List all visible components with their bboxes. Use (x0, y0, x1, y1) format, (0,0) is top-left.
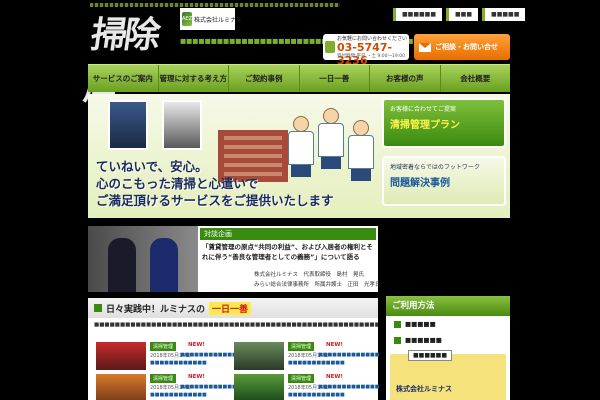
post-title[interactable]: ■■■■■■■■■■■■■ (180, 352, 241, 358)
phone-icon (325, 41, 335, 53)
post-card[interactable]: 清掃管理 NEW! 2018年05月14日 ■■■■■■■■■■■■■ ■■■■… (234, 342, 379, 372)
top-link-2[interactable]: ■■■ (446, 8, 479, 21)
mail-icon (419, 42, 431, 52)
phone-hours: 受付時間:平日 ・土 9:00〜19:00 (337, 54, 405, 59)
company-badge: AEZ 株式会社ルミナス (180, 8, 242, 30)
contact-button-label: ご相談・お問い合せ (435, 43, 498, 51)
bullet-icon (94, 304, 102, 312)
top-links: ■■■■■■ ■■■ ■■■■■ (393, 8, 526, 21)
nav-item-services[interactable]: サービスのご案内 (88, 65, 159, 92)
sidebar-title: ご利用方法 (386, 296, 510, 316)
contact-button[interactable]: ご相談・お問い合せ (414, 34, 510, 60)
hero-copy-line-2: 心のこもった清掃と心遣いで (96, 176, 259, 191)
sidebar-link-1[interactable]: ■■■■■ (386, 316, 510, 332)
top-link-1[interactable]: ■■■■■■ (393, 8, 443, 21)
staff-illustration-3 (348, 120, 374, 182)
post-excerpt: ■■■■■■■■■■■■ (288, 392, 345, 398)
post-card[interactable]: 清掃管理 NEW! 2018年05月14日 ■■■■■■■■■■■■■ ■■■■… (234, 374, 379, 400)
sidebar-link-1-label: ■■■■■ (405, 320, 436, 328)
post-excerpt: ■■■■■■■■■■■■ (150, 392, 207, 398)
hero-photo-2 (162, 100, 202, 150)
new-badge: NEW! (188, 374, 205, 380)
main-nav: サービスのご案内 管理に対する考え方 ご契約事例 一日一善 お客様の声 会社概要 (88, 64, 510, 92)
daily-description: ■■■■■■■■■■■■■■■■■■■■■■■■■■■■■■■■■■■■■■■■… (94, 322, 378, 328)
daily-accent: 一日一善 (209, 301, 252, 315)
interviewee-1 (108, 238, 136, 292)
hero-copy: ていねいで、安心。 心のこもった清掃と心遣いで ご満足頂けるサービスをご提供いた… (96, 158, 334, 209)
nav-item-company[interactable]: 会社概要 (441, 65, 511, 92)
post-thumbnail (234, 374, 284, 400)
post-card[interactable]: 清掃管理 NEW! 2018年05月14日 ■■■■■■■■■■■■■ ■■■■… (96, 342, 241, 372)
post-category: 清掃管理 (288, 342, 315, 351)
sidebar-link-2[interactable]: ■■■■■■ (386, 332, 510, 348)
arrow-icon (394, 320, 401, 328)
nav-item-philosophy[interactable]: 管理に対する考え方 (159, 65, 229, 92)
new-badge: NEW! (326, 374, 343, 380)
page: 掃除屋 AEZ 株式会社ルミナス ■■■■■■■■■■■■■■■■■■■■■■■… (0, 0, 600, 400)
post-card[interactable]: 清掃管理 NEW! 2018年05月14日 ■■■■■■■■■■■■■ ■■■■… (96, 374, 241, 400)
post-thumbnail (96, 374, 146, 400)
header-description: ■■■■■■■■■■■■■■■■■■■■■■■■■■■■■■■■■■■■■■■■… (180, 37, 445, 45)
daily-good-deed-section: 日々実践中！ルミナスの 一日一善 ■■■■■■■■■■■■■■■■■■■■■■■… (88, 298, 379, 400)
post-category: 清掃管理 (150, 342, 177, 351)
post-excerpt: ■■■■■■■■■■■■ (150, 360, 207, 366)
interview-title: 対談企画 (200, 228, 376, 240)
post-category: 清掃管理 (288, 374, 315, 383)
plan-banner-sub: お客様に合わせてご提案 (390, 106, 457, 113)
post-excerpt: ■■■■■■■■■■■■ (288, 360, 345, 366)
post-title[interactable]: ■■■■■■■■■■■■■ (180, 384, 241, 390)
nav-item-cases[interactable]: ご契約事例 (229, 65, 300, 92)
post-title[interactable]: ■■■■■■■■■■■■■ (318, 352, 379, 358)
logo[interactable]: 掃除屋 (81, 6, 173, 108)
post-title[interactable]: ■■■■■■■■■■■■■ (318, 384, 379, 390)
post-thumbnail (234, 342, 284, 370)
plan-banner-title: 清掃管理プラン (390, 120, 460, 131)
interviewee-2 (150, 238, 178, 292)
plan-banner[interactable]: お客様に合わせてご提案 清掃管理プラン (382, 98, 506, 148)
interview-photo (88, 226, 198, 292)
arrow-icon (394, 336, 401, 344)
company-logo-icon: AEZ (182, 12, 193, 26)
post-thumbnail (96, 342, 146, 370)
solution-banner-sub: 地域密着ならではのフットワーク (390, 164, 480, 171)
solution-banner[interactable]: 地域密着ならではのフットワーク 問題解決事例 (382, 156, 506, 206)
company-name: 株式会社ルミナス (194, 16, 243, 24)
top-link-3[interactable]: ■■■■■ (482, 8, 526, 21)
solution-banner-title: 問題解決事例 (390, 178, 450, 189)
nav-item-good-deed[interactable]: 一日一善 (300, 65, 370, 92)
interview-person-1: 株式会社ルミナス 代表取締役 島村 晃氏 (254, 272, 365, 278)
nav-item-voices[interactable]: お客様の声 (370, 65, 441, 92)
hero-copy-line-1: ていねいで、安心。 (96, 159, 208, 174)
interview-body: 「賃貸管理の原点“共同の利益”、および入居者の権利とそれに伴う“善良な管理者とし… (202, 243, 373, 261)
phone-box[interactable]: お気軽にお問い合わせください 03-5747-3236 受付時間:平日 ・土 9… (323, 34, 409, 67)
hero-copy-line-3: ご満足頂けるサービスをご提供いたします (96, 193, 334, 208)
sidebar-link-2-label: ■■■■■■ (405, 336, 442, 344)
new-badge: NEW! (326, 342, 343, 348)
service-area-map[interactable]: ■■■■■■ 株式会社ルミナス (390, 350, 506, 400)
post-category: 清掃管理 (150, 374, 177, 383)
interview-person-2: みらい総合法律事務所 所属弁護士 正田 光孝氏 (254, 282, 381, 288)
map-caption: 株式会社ルミナス (396, 385, 452, 393)
new-badge: NEW! (188, 342, 205, 348)
daily-header: 日々実践中！ルミナスの 一日一善 (88, 298, 378, 318)
hero-banner: ていねいで、安心。 心のこもった清掃と心遣いで ご満足頂けるサービスをご提供いた… (88, 94, 510, 218)
hero-photo-1 (108, 100, 148, 150)
map-label: ■■■■■■ (408, 350, 453, 361)
daily-title: 日々実践中！ルミナスの (106, 304, 206, 315)
usage-sidebar: ご利用方法 ■■■■■ ■■■■■■ ■■■■■■ 株式会社ルミナス (386, 296, 510, 400)
interview-section[interactable]: 対談企画 「賃貸管理の原点“共同の利益”、および入居者の権利とそれに伴う“善良な… (88, 226, 381, 292)
